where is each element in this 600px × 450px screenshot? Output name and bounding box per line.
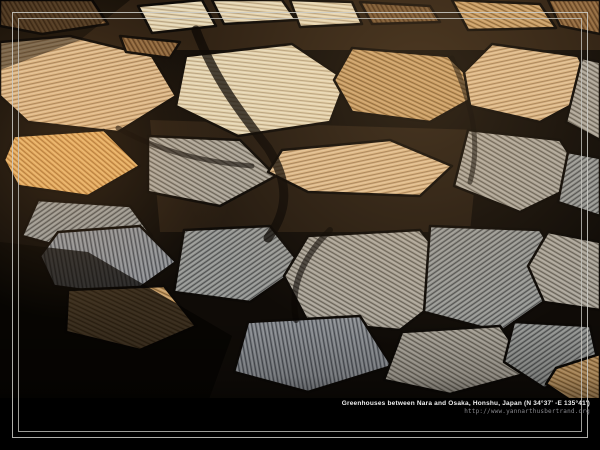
wallpaper-stage: Greenhouses between Nara and Osaka, Hons… xyxy=(0,0,600,450)
caption-url: http://www.yannarthusbertrand.org xyxy=(342,408,590,415)
aerial-photo-greenhouses xyxy=(0,0,600,450)
photo-caption: Greenhouses between Nara and Osaka, Hons… xyxy=(342,400,590,415)
caption-title: Greenhouses between Nara and Osaka, Hons… xyxy=(342,400,590,407)
